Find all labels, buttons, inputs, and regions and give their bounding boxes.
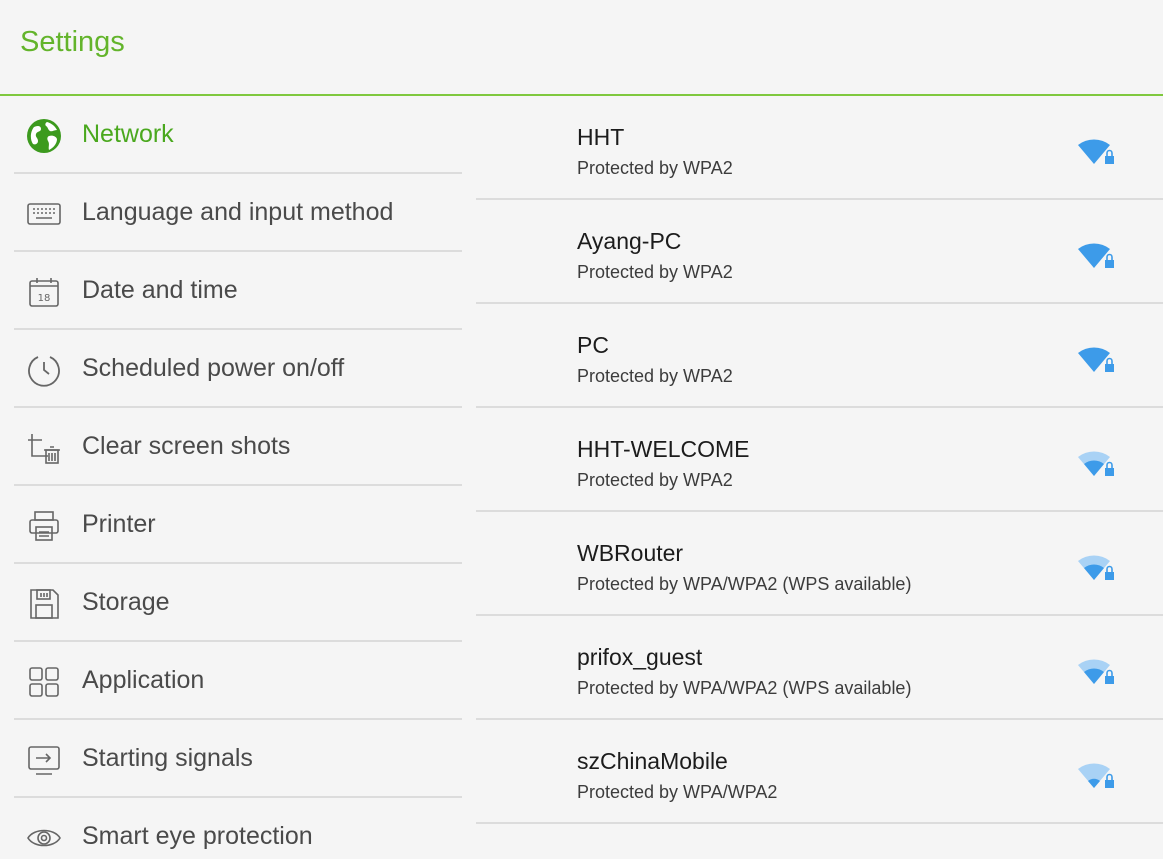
sidebar-item-language[interactable]: Language and input method bbox=[14, 174, 462, 252]
sidebar-item-label: Network bbox=[82, 120, 174, 148]
wifi-network-item[interactable]: WBRouter Protected by WPA/WPA2 (WPS avai… bbox=[476, 512, 1163, 616]
calendar-icon: 18 bbox=[26, 274, 62, 310]
wifi-network-name: HHT-WELCOME bbox=[577, 436, 750, 462]
sidebar-item-application[interactable]: Application bbox=[14, 642, 462, 720]
wifi-network-name: prifox_guest bbox=[577, 644, 703, 670]
sidebar-item-storage[interactable]: Storage bbox=[14, 564, 462, 642]
sidebar-item-starting-signals[interactable]: Starting signals bbox=[14, 720, 462, 798]
wifi-lock-icon bbox=[1076, 136, 1116, 168]
sidebar-item-smart-eye[interactable]: Smart eye protection bbox=[14, 798, 462, 859]
crop-trash-icon bbox=[26, 430, 62, 466]
sidebar-item-label: Storage bbox=[82, 588, 170, 616]
wifi-lock-icon bbox=[1076, 552, 1116, 584]
wifi-network-list: HHT Protected by WPA2 Ayang-PC Protected… bbox=[476, 96, 1163, 859]
sidebar-item-label: Language and input method bbox=[82, 198, 394, 226]
wifi-network-name: szChinaMobile bbox=[577, 748, 728, 774]
timer-icon bbox=[26, 352, 62, 388]
sidebar-item-label: Printer bbox=[82, 510, 156, 538]
wifi-network-security: Protected by WPA2 bbox=[577, 158, 733, 178]
wifi-lock-icon bbox=[1076, 240, 1116, 272]
eye-icon bbox=[26, 820, 62, 856]
sidebar-item-scheduled-power[interactable]: Scheduled power on/off bbox=[14, 330, 462, 408]
sidebar-item-date-time[interactable]: 18 Date and time bbox=[14, 252, 462, 330]
globe-icon bbox=[26, 118, 62, 154]
header-bar: Settings bbox=[0, 0, 1163, 96]
printer-icon bbox=[26, 508, 62, 544]
sidebar-item-network[interactable]: Network bbox=[14, 96, 462, 174]
wifi-network-security: Protected by WPA2 bbox=[577, 366, 733, 386]
wifi-network-security: Protected by WPA/WPA2 (WPS available) bbox=[577, 678, 912, 698]
sidebar-item-label: Smart eye protection bbox=[82, 822, 313, 850]
page-title: Settings bbox=[20, 26, 125, 58]
svg-text:18: 18 bbox=[38, 293, 51, 304]
wifi-network-security: Protected by WPA/WPA2 bbox=[577, 782, 778, 802]
keyboard-icon bbox=[26, 196, 62, 232]
wifi-network-name: PC bbox=[577, 332, 609, 358]
wifi-lock-icon bbox=[1076, 656, 1116, 688]
wifi-network-name: WBRouter bbox=[577, 540, 684, 566]
wifi-lock-icon bbox=[1076, 448, 1116, 480]
input-signal-icon bbox=[26, 742, 62, 778]
sidebar-item-label: Application bbox=[82, 666, 205, 694]
settings-screen: Settings Network Language and input meth… bbox=[0, 0, 1163, 859]
wifi-network-security: Protected by WPA2 bbox=[577, 262, 733, 282]
sidebar-item-label: Date and time bbox=[82, 276, 238, 304]
sidebar-item-label: Clear screen shots bbox=[82, 432, 291, 460]
settings-sidebar: Network Language and input method 18 Dat… bbox=[0, 96, 462, 859]
sidebar-item-label: Scheduled power on/off bbox=[82, 354, 345, 382]
wifi-network-item[interactable]: HHT-WELCOME Protected by WPA2 bbox=[476, 408, 1163, 512]
wifi-network-name: Ayang-PC bbox=[577, 228, 682, 254]
wifi-network-name: HHT bbox=[577, 124, 625, 150]
wifi-network-item[interactable]: HHT Protected by WPA2 bbox=[476, 96, 1163, 200]
apps-grid-icon bbox=[26, 664, 62, 700]
wifi-network-item[interactable]: PC Protected by WPA2 bbox=[476, 304, 1163, 408]
wifi-lock-icon bbox=[1076, 344, 1116, 376]
wifi-network-item[interactable]: szChinaMobile Protected by WPA/WPA2 bbox=[476, 720, 1163, 824]
wifi-lock-icon bbox=[1076, 760, 1116, 792]
wifi-network-security: Protected by WPA2 bbox=[577, 470, 733, 490]
sidebar-item-label: Starting signals bbox=[82, 744, 253, 772]
wifi-network-item[interactable]: prifox_guest Protected by WPA/WPA2 (WPS … bbox=[476, 616, 1163, 720]
wifi-network-security: Protected by WPA/WPA2 (WPS available) bbox=[577, 574, 912, 594]
storage-icon bbox=[26, 586, 62, 622]
wifi-network-item[interactable]: Ayang-PC Protected by WPA2 bbox=[476, 200, 1163, 304]
sidebar-item-clear-screenshots[interactable]: Clear screen shots bbox=[14, 408, 462, 486]
sidebar-item-printer[interactable]: Printer bbox=[14, 486, 462, 564]
